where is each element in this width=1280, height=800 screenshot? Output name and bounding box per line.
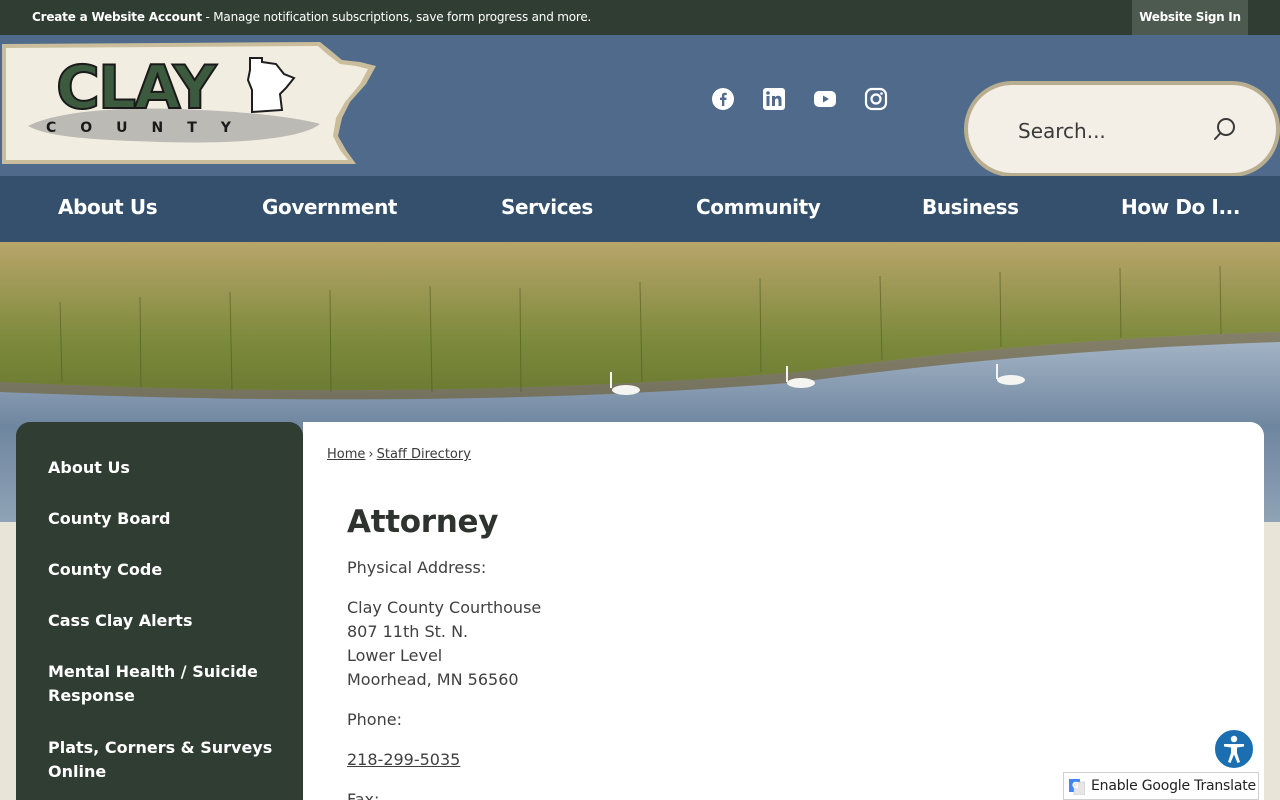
breadcrumb-separator: › xyxy=(368,447,374,462)
create-account-description: - Manage notification subscriptions, sav… xyxy=(201,10,592,24)
phone-link[interactable]: 218-299-5035 xyxy=(347,750,460,769)
facebook-icon[interactable] xyxy=(711,87,735,111)
clay-county-logo[interactable]: CLAY COUNTY xyxy=(0,40,380,165)
site-header: CLAY COUNTY xyxy=(0,35,1280,177)
create-account-message[interactable]: Create a Website Account - Manage notifi… xyxy=(32,10,591,24)
create-account-link[interactable]: Create a Website Account xyxy=(32,10,202,24)
phone-number-link: 218-299-5035 xyxy=(347,748,460,772)
google-translate-icon: G xyxy=(1069,779,1085,795)
instagram-icon[interactable] xyxy=(864,87,888,111)
accessibility-icon[interactable] xyxy=(1213,728,1255,770)
logo-county-text: COUNTY xyxy=(46,120,255,136)
sidenav-county-board[interactable]: County Board xyxy=(48,507,278,531)
search-input[interactable] xyxy=(1018,111,1208,151)
side-navigation: About Us County Board County Code Cass C… xyxy=(16,422,303,800)
sidenav-cass-clay-alerts[interactable]: Cass Clay Alerts xyxy=(48,609,278,633)
content-card: Home › Staff Directory Attorney Physical A… xyxy=(303,422,1264,800)
search-icon[interactable] xyxy=(1212,117,1238,143)
address-line: Clay County Courthouse xyxy=(347,598,542,617)
breadcrumb-staff-directory[interactable]: Staff Directory xyxy=(377,447,471,462)
sidenav-mental-health[interactable]: Mental Health / Suicide Response xyxy=(48,660,278,708)
nav-business[interactable]: Business xyxy=(922,176,1019,242)
google-translate-button[interactable]: G Enable Google Translate xyxy=(1063,772,1259,800)
sidenav-plats-corners-surveys[interactable]: Plats, Corners & Surveys Online xyxy=(48,736,278,784)
logo-clay-text: CLAY xyxy=(55,53,217,123)
address-block: Clay County Courthouse 807 11th St. N. L… xyxy=(347,596,541,692)
address-line: Moorhead, MN 56560 xyxy=(347,670,519,689)
sidenav-about-us[interactable]: About Us xyxy=(48,456,278,480)
top-utility-bar: Create a Website Account - Manage notifi… xyxy=(0,0,1280,35)
fax-label: Fax: xyxy=(347,790,380,800)
breadcrumb: Home › Staff Directory xyxy=(327,447,471,462)
svg-text:G: G xyxy=(1072,781,1079,790)
breadcrumb-home[interactable]: Home xyxy=(327,447,365,462)
nav-about-us[interactable]: About Us xyxy=(58,176,158,242)
linkedin-icon[interactable] xyxy=(762,87,786,111)
nav-how-do-i[interactable]: How Do I... xyxy=(1121,176,1240,242)
address-line: 807 11th St. N. xyxy=(347,622,469,641)
nav-community[interactable]: Community xyxy=(696,176,821,242)
search-box xyxy=(964,81,1280,177)
website-sign-in-button[interactable]: Website Sign In xyxy=(1132,0,1248,35)
translate-label: Enable Google Translate xyxy=(1091,778,1256,794)
physical-address-label: Physical Address: xyxy=(347,558,487,577)
nav-services[interactable]: Services xyxy=(501,176,593,242)
address-line: Lower Level xyxy=(347,646,443,665)
sidenav-county-code[interactable]: County Code xyxy=(48,558,278,582)
youtube-icon[interactable] xyxy=(813,87,837,111)
phone-label: Phone: xyxy=(347,710,402,729)
nav-government[interactable]: Government xyxy=(262,176,397,242)
page-title: Attorney xyxy=(347,504,499,540)
main-navigation: About Us Government Services Community B… xyxy=(0,176,1280,242)
